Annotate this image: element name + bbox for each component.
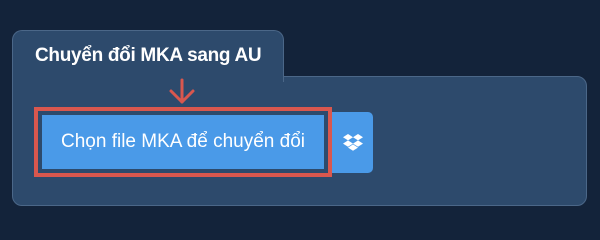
tab-title: Chuyển đổi MKA sang AU xyxy=(35,45,262,66)
converter-tab: Chuyển đổi MKA sang AU xyxy=(12,30,284,82)
choose-file-highlight: Chọn file MKA để chuyển đổi xyxy=(34,107,332,177)
dropbox-button[interactable] xyxy=(332,112,373,173)
arrow-down-icon xyxy=(169,78,195,104)
dropbox-icon xyxy=(342,134,363,151)
choose-file-button[interactable]: Chọn file MKA để chuyển đổi xyxy=(42,115,324,169)
